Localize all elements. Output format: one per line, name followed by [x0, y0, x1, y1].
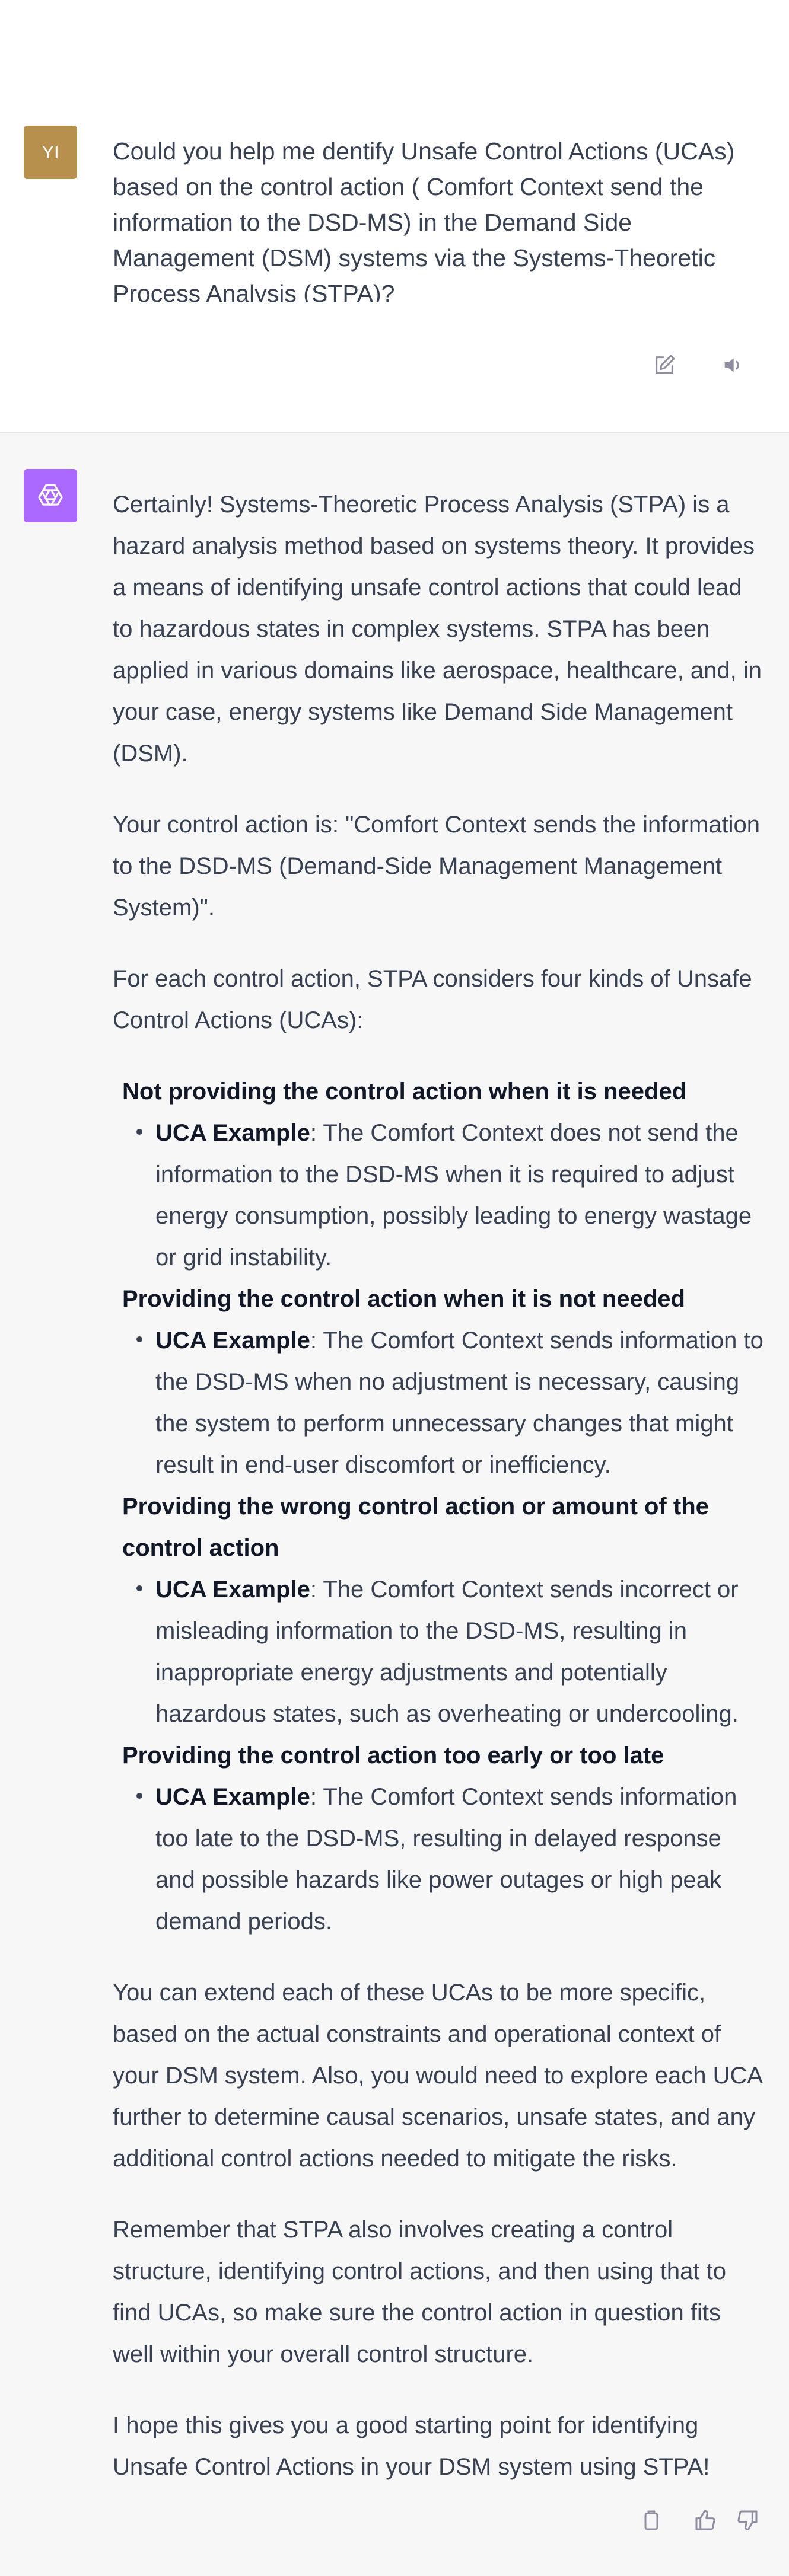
list-item-title: Not providing the control action when it… [122, 1078, 687, 1105]
thumbs-up-icon[interactable] [691, 2506, 720, 2534]
four-kinds-paragraph: For each control action, STPA considers … [113, 966, 752, 1033]
intro-paragraph: Certainly! Systems-Theoretic Process Ana… [113, 491, 762, 767]
list-item: 1. Not providing the control action when… [113, 1071, 765, 1278]
uca-label: UCA Example [155, 1120, 310, 1146]
uca-label: UCA Example [155, 1327, 310, 1354]
bullet-icon [136, 1585, 142, 1591]
openai-logo-icon [24, 469, 77, 522]
bullet-icon [136, 1793, 142, 1799]
uca-label: UCA Example [155, 1576, 310, 1603]
closing-paragraph: I hope this gives you a good starting po… [113, 2412, 710, 2480]
edit-icon[interactable] [650, 351, 679, 379]
user-message-text: Could you help me dentify Unsafe Control… [113, 138, 735, 302]
control-action-paragraph: Your control action is: "Comfort Context… [113, 812, 761, 921]
assistant-message-text: Certainly! Systems-Theoretic Process Ana… [113, 484, 765, 2484]
list-item-title: Providing the wrong control action or am… [122, 1493, 709, 1561]
copy-icon[interactable] [637, 2506, 666, 2534]
bullet-icon [136, 1129, 142, 1135]
list-item: 3. Providing the wrong control action or… [113, 1486, 765, 1735]
list-item: 4. Providing the control action too earl… [113, 1735, 765, 1942]
list-item-title: Providing the control action when it is … [122, 1286, 685, 1312]
user-message-block: YI Could you help me dentify Unsafe Cont… [0, 0, 789, 433]
uca-example: UCA Example: The Comfort Context does no… [136, 1112, 765, 1278]
extend-paragraph: You can extend each of these UCAs to be … [113, 1980, 762, 2172]
thumbs-down-icon[interactable] [733, 2506, 762, 2534]
uca-example: UCA Example: The Comfort Context sends i… [136, 1320, 765, 1486]
remember-paragraph: Remember that STPA also involves creatin… [113, 2217, 726, 2367]
list-item: 2. Providing the control action when it … [113, 1278, 765, 1486]
assistant-message-block: Certainly! Systems-Theoretic Process Ana… [0, 433, 789, 2576]
uca-list: 1. Not providing the control action when… [113, 1071, 765, 1942]
user-avatar: YI [24, 126, 77, 179]
uca-label: UCA Example [155, 1784, 310, 1810]
speaker-icon[interactable] [718, 351, 747, 379]
bullet-icon [136, 1336, 142, 1342]
uca-example: UCA Example: The Comfort Context sends i… [136, 1569, 765, 1735]
list-item-title: Providing the control action too early o… [122, 1742, 664, 1769]
uca-example: UCA Example: The Comfort Context sends i… [136, 1776, 765, 1942]
